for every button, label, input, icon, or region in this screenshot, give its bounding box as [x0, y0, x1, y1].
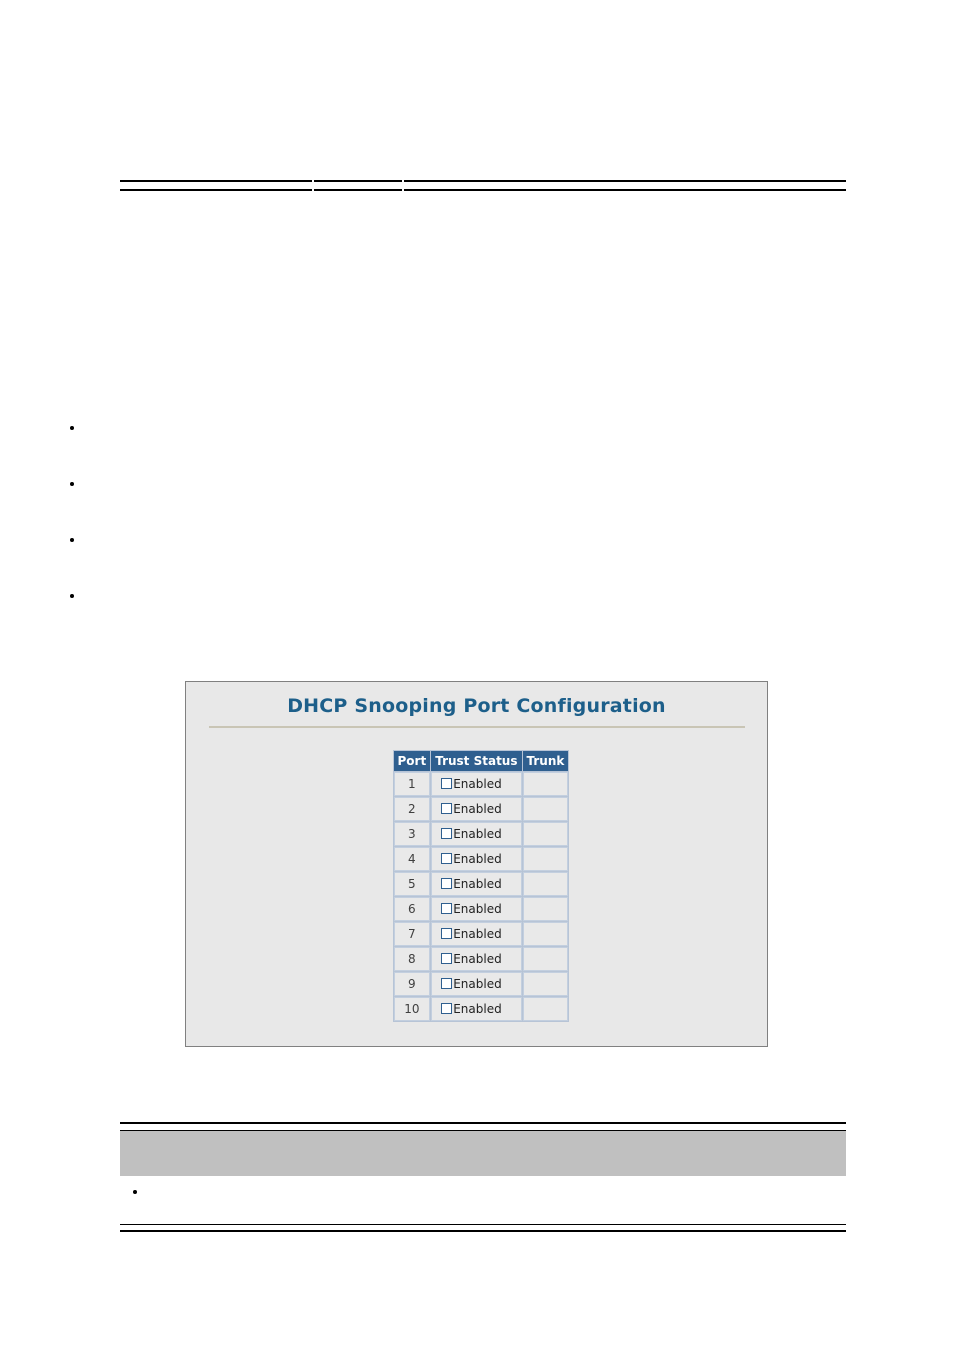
bullet-icon	[70, 426, 74, 430]
cell-port: 3	[393, 822, 431, 846]
table-row: 4 Enabled	[393, 847, 569, 871]
note-header-cell	[120, 1130, 846, 1176]
cell-trust-status: Enabled	[431, 922, 522, 946]
bullet-icon	[70, 538, 74, 542]
dhcp-snooping-port-table: Port Trust Status Trunk 1 Enabled 2 Enabled…	[392, 750, 570, 1022]
cell-trust-status: Enabled	[431, 997, 522, 1021]
cell-trunk	[522, 997, 569, 1021]
page-title: DHCP Snooping Port Configuration	[287, 695, 666, 717]
note-bottom-rule	[120, 1224, 846, 1232]
cell-port: 6	[393, 897, 431, 921]
cell-trust-status: Enabled	[431, 947, 522, 971]
note-top-rule	[120, 1122, 846, 1131]
table-header-row: Port Trust Status Trunk	[393, 751, 569, 771]
screenshot-panel: DHCP Snooping Port Configuration Port Tr…	[185, 681, 768, 1047]
table-row: 8 Enabled	[393, 947, 569, 971]
note-body-row	[120, 1176, 846, 1225]
trust-status-label: Enabled	[453, 802, 502, 816]
note-top-rule-row	[120, 1122, 846, 1131]
cell-port: 9	[393, 972, 431, 996]
trust-status-label: Enabled	[453, 952, 502, 966]
cell-trunk	[522, 897, 569, 921]
trust-status-checkbox[interactable]	[441, 928, 453, 939]
page-header-rule-segment-2	[314, 180, 402, 191]
bullet-icon	[133, 1190, 137, 1194]
note-bottom-rule-row	[120, 1224, 846, 1232]
cell-port: 2	[393, 797, 431, 821]
trust-status-label: Enabled	[453, 852, 502, 866]
list-item	[58, 418, 858, 474]
table-row: 9 Enabled	[393, 972, 569, 996]
cell-trust-status: Enabled	[431, 872, 522, 896]
table-row: 3 Enabled	[393, 822, 569, 846]
trust-status-checkbox[interactable]	[441, 903, 453, 914]
table-row: 7 Enabled	[393, 922, 569, 946]
table-row: 10 Enabled	[393, 997, 569, 1021]
trust-status-checkbox[interactable]	[441, 828, 453, 839]
column-header-trust-status: Trust Status	[431, 751, 522, 771]
page-header-rule-segment-3	[404, 180, 846, 191]
cell-port: 4	[393, 847, 431, 871]
cell-trunk	[522, 797, 569, 821]
cell-port: 7	[393, 922, 431, 946]
cell-trust-status: Enabled	[431, 972, 522, 996]
trust-status-checkbox[interactable]	[441, 978, 453, 989]
trust-status-checkbox[interactable]	[441, 778, 453, 789]
note-block	[120, 1122, 846, 1232]
trust-status-checkbox[interactable]	[441, 803, 453, 814]
column-header-port: Port	[393, 751, 431, 771]
cell-trunk	[522, 972, 569, 996]
cell-trunk	[522, 922, 569, 946]
cell-port: 1	[393, 772, 431, 796]
cell-trunk	[522, 847, 569, 871]
body-bullet-list	[58, 418, 858, 642]
cell-trust-status: Enabled	[431, 822, 522, 846]
note-header-row	[120, 1130, 846, 1176]
table-row: 1 Enabled	[393, 772, 569, 796]
title-divider	[208, 726, 745, 728]
cell-port: 5	[393, 872, 431, 896]
trust-status-label: Enabled	[453, 777, 502, 791]
list-item	[58, 586, 858, 642]
cell-trunk	[522, 947, 569, 971]
trust-status-label: Enabled	[453, 1002, 502, 1016]
trust-status-label: Enabled	[453, 877, 502, 891]
cell-trust-status: Enabled	[431, 797, 522, 821]
bullet-icon	[70, 594, 74, 598]
cell-port: 10	[393, 997, 431, 1021]
bullet-icon	[70, 482, 74, 486]
table-row: 2 Enabled	[393, 797, 569, 821]
page-header-rule	[120, 180, 846, 191]
list-item	[58, 474, 858, 530]
trust-status-checkbox[interactable]	[441, 953, 453, 964]
cell-trunk	[522, 822, 569, 846]
cell-port: 8	[393, 947, 431, 971]
note-body-cell	[120, 1176, 846, 1225]
cell-trunk	[522, 772, 569, 796]
table-row: 5 Enabled	[393, 872, 569, 896]
trust-status-checkbox[interactable]	[441, 1003, 453, 1014]
cell-trunk	[522, 872, 569, 896]
trust-status-checkbox[interactable]	[441, 853, 453, 864]
table-body: 1 Enabled 2 Enabled 3 Enabled 4 Enabled 5 Enabled…	[393, 772, 569, 1021]
port-table-container: Port Trust Status Trunk 1 Enabled 2 Enabled…	[392, 750, 570, 1022]
cell-trust-status: Enabled	[431, 897, 522, 921]
cell-trust-status: Enabled	[431, 847, 522, 871]
trust-status-label: Enabled	[453, 977, 502, 991]
column-header-trunk: Trunk	[522, 751, 569, 771]
cell-trust-status: Enabled	[431, 772, 522, 796]
list-item	[58, 530, 858, 586]
trust-status-label: Enabled	[453, 927, 502, 941]
trust-status-label: Enabled	[453, 902, 502, 916]
trust-status-label: Enabled	[453, 827, 502, 841]
table-row: 6 Enabled	[393, 897, 569, 921]
page-header-rule-segment-1	[120, 180, 312, 191]
trust-status-checkbox[interactable]	[441, 878, 453, 889]
